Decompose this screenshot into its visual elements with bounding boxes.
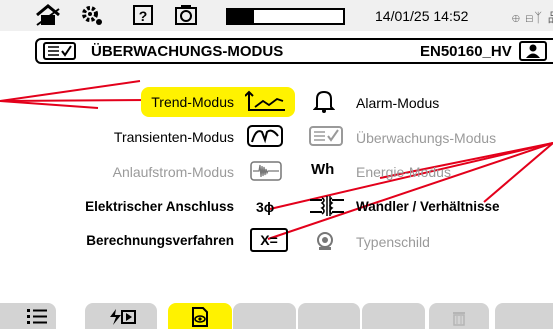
recording-icon (110, 309, 136, 325)
tab-monitoring[interactable] (168, 303, 232, 329)
menu-item-nameplate: Typenschild (356, 234, 430, 250)
menu-item-transformer-ratios[interactable]: Wandler / Verhältnisse (356, 198, 500, 216)
nameplate-icon (312, 228, 338, 254)
menu-item-electrical-connection[interactable]: Elektrischer Anschluss (60, 198, 234, 216)
energy-wh-icon[interactable]: Wh (311, 161, 334, 179)
list-icon (27, 309, 47, 324)
menu-item-energy-mode: Energie-Modus (356, 164, 451, 180)
menu-item-monitoring-mode: Überwachungs-Modus (356, 130, 497, 146)
tab-empty-1[interactable] (233, 303, 296, 329)
menu-item-transient-mode[interactable]: Transienten-Modus (80, 128, 234, 146)
tab-empty-4[interactable] (495, 303, 553, 329)
menu-item-calculation-method[interactable]: Berechnungsverfahren (60, 232, 234, 250)
trash-icon (453, 312, 465, 326)
monitoring-mode-icon (306, 124, 346, 148)
tab-delete[interactable] (429, 303, 489, 329)
transient-icon[interactable] (245, 122, 285, 150)
calculation-icon[interactable]: X= (250, 228, 288, 252)
inrush-icon (248, 158, 284, 184)
tab-empty-3[interactable] (362, 303, 425, 329)
three-phase-icon[interactable]: 3ϕ (256, 198, 274, 216)
tab-list[interactable] (0, 303, 56, 329)
trend-chart-icon[interactable] (243, 89, 288, 115)
transformer-icon[interactable] (307, 192, 347, 220)
menu-item-trend-mode[interactable]: Trend-Modus (100, 93, 234, 111)
menu-item-alarm-mode[interactable]: Alarm-Modus (356, 94, 439, 112)
bell-icon[interactable] (310, 87, 338, 115)
monitoring-tab-icon (192, 307, 208, 327)
tab-recording[interactable] (85, 303, 157, 329)
menu-item-inrush-mode: Anlaufstrom-Modus (112, 164, 234, 180)
tab-empty-2[interactable] (298, 303, 360, 329)
